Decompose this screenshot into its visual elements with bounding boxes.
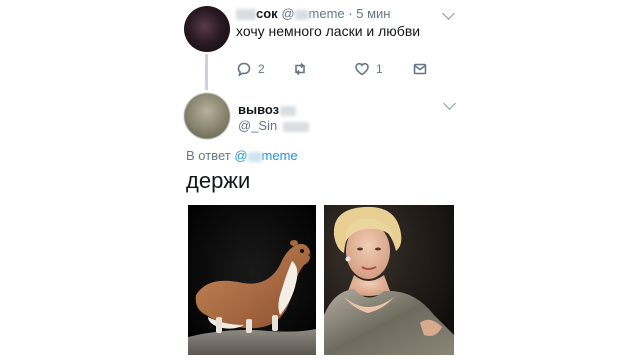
reply-context: В ответ @ meme bbox=[186, 148, 298, 163]
woman-portrait-photo-icon bbox=[324, 205, 454, 355]
tweet-text: хочу немного ласки и любви bbox=[236, 23, 421, 39]
reply-button[interactable]: 2 bbox=[236, 60, 265, 78]
avatar[interactable] bbox=[184, 6, 230, 52]
display-name[interactable]: вывоз bbox=[238, 102, 279, 117]
like-count: 1 bbox=[376, 62, 383, 76]
heart-icon bbox=[355, 62, 369, 76]
media-photo-weasel[interactable] bbox=[188, 205, 316, 355]
like-button[interactable]: 1 bbox=[354, 60, 383, 78]
username[interactable]: @_Sin bbox=[238, 118, 277, 133]
media-photo-portrait[interactable] bbox=[324, 205, 454, 355]
username[interactable]: meme bbox=[309, 6, 345, 21]
chevron-down-icon[interactable] bbox=[443, 97, 456, 110]
reply-count: 2 bbox=[258, 62, 265, 76]
tweet-original[interactable]: сок @ meme · 5 мин хочу немного ласки и л… bbox=[0, 0, 640, 90]
avatar[interactable] bbox=[184, 93, 230, 139]
weasel-photo-icon bbox=[188, 205, 316, 355]
tweet-header: вывоз bbox=[238, 102, 297, 117]
redacted-handle-part bbox=[294, 9, 309, 20]
redacted-handle-part bbox=[283, 121, 310, 132]
reply-prefix: В ответ bbox=[186, 148, 231, 163]
chevron-down-icon[interactable] bbox=[442, 7, 455, 20]
mention-username: meme bbox=[261, 148, 298, 163]
username-row: @_Sin bbox=[238, 118, 310, 133]
redacted-name-part bbox=[280, 105, 297, 116]
tweet-header: сок @ meme · 5 мин bbox=[236, 6, 390, 21]
mention-prefix: @ bbox=[234, 148, 248, 163]
tweet-reply[interactable]: вывоз @_Sin В ответ @ meme держи bbox=[0, 86, 640, 360]
retweet-icon bbox=[295, 62, 305, 76]
tweet-text: держи bbox=[186, 168, 251, 193]
direct-message-button[interactable] bbox=[412, 60, 428, 78]
mention-link[interactable]: @ meme bbox=[234, 148, 297, 163]
envelope-icon bbox=[413, 63, 427, 75]
display-name[interactable]: сок bbox=[256, 6, 278, 21]
reply-icon bbox=[237, 62, 251, 77]
thread-connector-line bbox=[205, 54, 208, 90]
separator-dot: · bbox=[348, 6, 353, 21]
redacted-name-part bbox=[236, 9, 256, 21]
redacted-mention-part bbox=[247, 151, 262, 162]
handle-prefix[interactable]: @ bbox=[281, 6, 294, 21]
tweet-actions: 2 1 bbox=[236, 60, 456, 78]
timestamp[interactable]: 5 мин bbox=[356, 6, 390, 21]
retweet-button[interactable] bbox=[292, 60, 314, 78]
